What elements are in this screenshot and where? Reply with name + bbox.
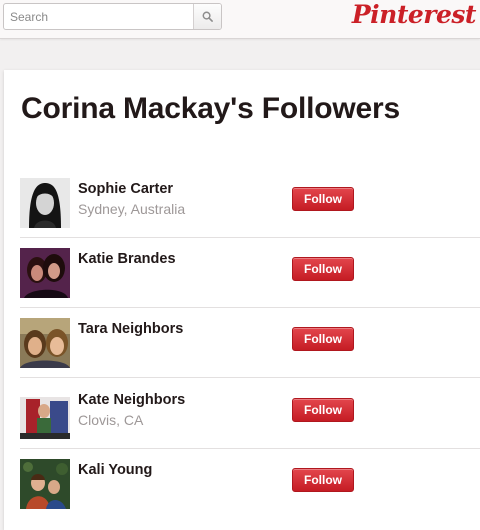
follower-row: Kate Neighbors Clovis, CA Follow: [20, 389, 480, 459]
follow-button[interactable]: Follow: [292, 257, 354, 281]
follow-button[interactable]: Follow: [292, 398, 354, 422]
avatar[interactable]: [20, 178, 70, 228]
search-button[interactable]: [193, 4, 221, 29]
row-divider: [20, 448, 480, 449]
follow-button[interactable]: Follow: [292, 187, 354, 211]
avatar[interactable]: [20, 318, 70, 368]
page-title: Corina Mackay's Followers: [21, 92, 400, 125]
follower-row: Sophie Carter Sydney, Australia Follow: [20, 178, 480, 248]
row-divider: [20, 307, 480, 308]
follower-row: Tara Neighbors Follow: [20, 318, 480, 388]
top-bar: Pinterest: [0, 0, 480, 39]
follow-button[interactable]: Follow: [292, 327, 354, 351]
magnifier-icon: [202, 11, 213, 22]
follow-button[interactable]: Follow: [292, 468, 354, 492]
row-divider: [20, 237, 480, 238]
avatar[interactable]: [20, 459, 70, 509]
avatar[interactable]: [20, 389, 70, 439]
follower-name[interactable]: Kali Young: [78, 462, 152, 478]
follower-location: Clovis, CA: [78, 412, 144, 428]
pinterest-logo[interactable]: Pinterest: [352, 0, 477, 29]
search-input[interactable]: [4, 4, 193, 29]
follower-location: Sydney, Australia: [78, 201, 186, 217]
follower-name[interactable]: Sophie Carter: [78, 181, 173, 197]
search-box: [3, 3, 222, 30]
follower-row: Kali Young Follow: [20, 459, 480, 529]
follower-row: Katie Brandes Follow: [20, 248, 480, 318]
row-divider: [20, 377, 480, 378]
avatar[interactable]: [20, 248, 70, 298]
follower-name[interactable]: Katie Brandes: [78, 251, 176, 267]
follower-name[interactable]: Tara Neighbors: [78, 321, 183, 337]
follower-name[interactable]: Kate Neighbors: [78, 392, 185, 408]
